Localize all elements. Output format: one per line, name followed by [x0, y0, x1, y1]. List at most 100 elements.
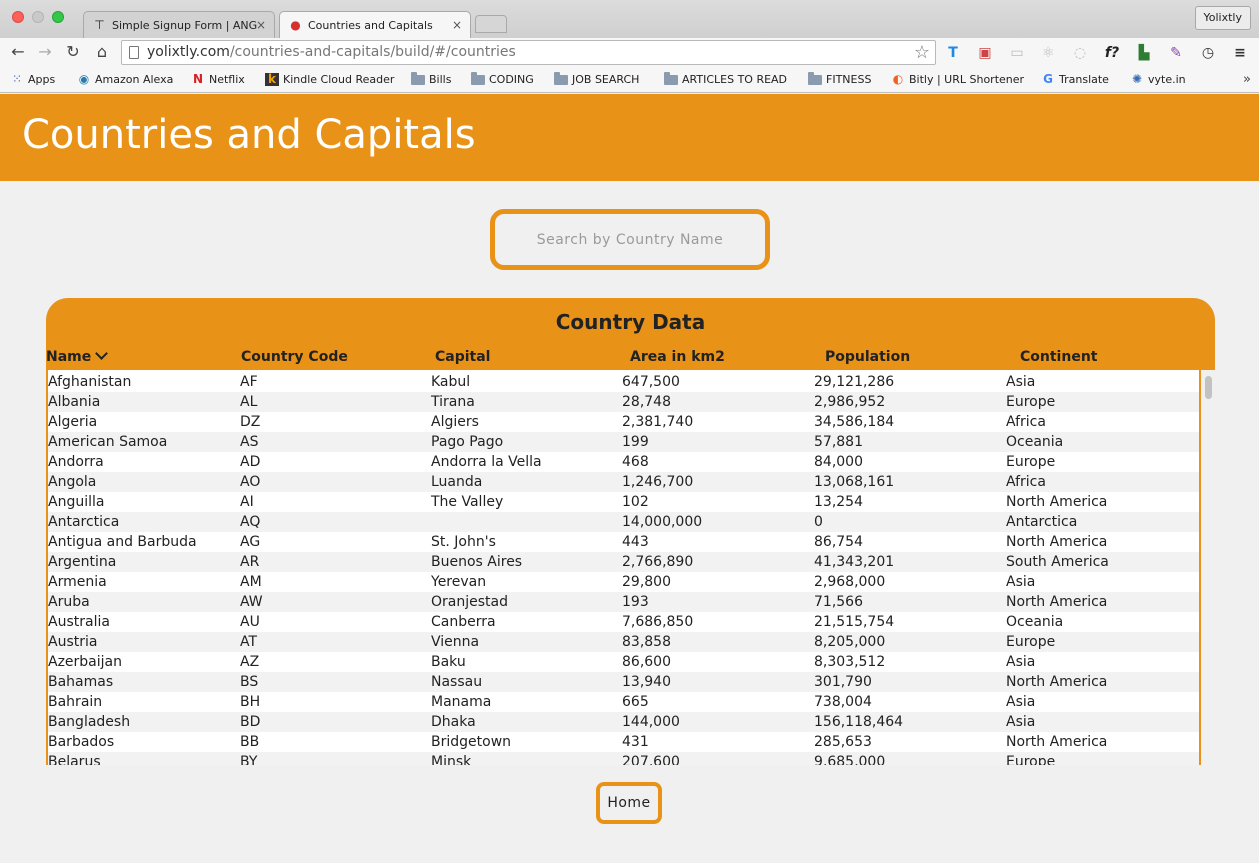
cell-country-code: BY — [240, 754, 258, 765]
table-row[interactable]: Afghanistan AF Kabul 647,500 29,121,286 Asia — [48, 372, 1199, 392]
table-row[interactable]: Belarus BY Minsk 207,600 9,685,000 Europe — [48, 752, 1199, 765]
column-header-country-code[interactable]: Country Code — [241, 349, 348, 365]
country-table[interactable]: Afghanistan AF Kabul 647,500 29,121,286 Asia A… — [46, 370, 1201, 765]
bookmark-amazon-alexa[interactable]: ◉ Amazon Alexa — [77, 68, 174, 92]
table-row[interactable]: Bangladesh BD Dhaka 144,000 156,118,464 Asia — [48, 712, 1199, 732]
scrollbar-thumb[interactable] — [1205, 376, 1212, 399]
home-button[interactable]: Home — [596, 782, 662, 824]
bookmark-job-search[interactable]: JOB SEARCH — [554, 68, 639, 92]
table-row[interactable]: Anguilla AI The Valley 102 13,254 North Ameri… — [48, 492, 1199, 512]
feather-extension-icon[interactable]: ✎ — [1166, 43, 1186, 63]
zoom-window-button[interactable] — [52, 11, 64, 23]
bookmark-apps[interactable]: ⁙ Apps — [10, 68, 55, 92]
cell-population: 13,068,161 — [814, 474, 895, 490]
cell-continent: South America — [1006, 554, 1109, 570]
column-header-name[interactable]: Name — [46, 347, 109, 365]
table-row[interactable]: Angola AO Luanda 1,246,700 13,068,161 Africa — [48, 472, 1199, 492]
folder-icon — [411, 72, 425, 85]
table-row[interactable]: Austria AT Vienna 83,858 8,205,000 Europe — [48, 632, 1199, 652]
cell-population: 13,254 — [814, 494, 863, 510]
cell-population: 84,000 — [814, 454, 863, 470]
table-scrollbar[interactable] — [1201, 370, 1215, 765]
bookmark-label: FITNESS — [826, 73, 872, 86]
column-header-continent[interactable]: Continent — [1020, 349, 1097, 365]
bookmark-label: vyte.in — [1148, 73, 1186, 86]
cell-country-code: DZ — [240, 414, 261, 430]
cell-continent: North America — [1006, 674, 1108, 690]
table-row[interactable]: Aruba AW Oranjestad 193 71,566 North America — [48, 592, 1199, 612]
address-bar[interactable]: yolixtly.com/countries-and-capitals/buil… — [121, 40, 936, 65]
bookmarks-overflow-icon[interactable]: » — [1243, 68, 1251, 92]
search-input[interactable] — [490, 209, 770, 270]
bookmark-fitness[interactable]: FITNESS — [808, 68, 871, 92]
bookmark-kindle-cloud-reader[interactable]: k Kindle Cloud Reader — [265, 68, 394, 92]
cell-capital: Yerevan — [431, 574, 487, 590]
table-row[interactable]: Bahrain BH Manama 665 738,004 Asia — [48, 692, 1199, 712]
column-header-capital[interactable]: Capital — [435, 349, 490, 365]
bookmark-translate[interactable]: G Translate — [1041, 68, 1109, 92]
cell-name: Argentina — [48, 554, 117, 570]
cell-population: 29,121,286 — [814, 374, 895, 390]
table-row[interactable]: Antarctica AQ 14,000,000 0 Antarctica — [48, 512, 1199, 532]
table-row[interactable]: Bahamas BS Nassau 13,940 301,790 North Americ… — [48, 672, 1199, 692]
close-icon[interactable]: × — [452, 12, 462, 38]
cell-capital: Bridgetown — [431, 734, 512, 750]
sync-extension-icon[interactable]: ◌ — [1070, 43, 1090, 63]
bookmark-bitly[interactable]: ◐ Bitly | URL Shortener — [891, 68, 1024, 92]
table-row[interactable]: Albania AL Tirana 28,748 2,986,952 Europe — [48, 392, 1199, 412]
bookmark-star-icon[interactable]: ☆ — [914, 41, 930, 64]
bookmark-articles-to-read[interactable]: ARTICLES TO READ — [664, 68, 787, 92]
bookmark-vyte[interactable]: ✺ vyte.in — [1130, 68, 1186, 92]
card-extension-icon[interactable]: ▭ — [1007, 43, 1027, 63]
page-icon — [129, 46, 139, 59]
folder-icon — [808, 72, 822, 85]
table-row[interactable]: Australia AU Canberra 7,686,850 21,515,754 Oc… — [48, 612, 1199, 632]
cell-population: 8,303,512 — [814, 654, 886, 670]
page-title: Countries and Capitals — [22, 112, 476, 158]
close-window-button[interactable] — [12, 11, 24, 23]
bookmark-netflix[interactable]: N Netflix — [191, 68, 245, 92]
back-arrow-icon[interactable]: ← — [7, 41, 29, 63]
cell-country-code: BS — [240, 674, 259, 690]
reload-icon[interactable]: ↻ — [62, 41, 84, 63]
minimize-window-button[interactable] — [32, 11, 44, 23]
cell-area: 83,858 — [622, 634, 671, 650]
table-row[interactable]: Algeria DZ Algiers 2,381,740 34,586,184 Afric… — [48, 412, 1199, 432]
cell-country-code: AG — [240, 534, 261, 550]
cell-country-code: AW — [240, 594, 263, 610]
profile-button[interactable]: Yolixtly — [1194, 6, 1251, 30]
tab-countries-and-capitals[interactable]: ● Countries and Capitals × — [279, 11, 471, 38]
tab-title: Countries and Capitals — [308, 19, 433, 32]
bookmark-bills[interactable]: Bills — [411, 68, 451, 92]
column-header-area[interactable]: Area in km2 — [630, 349, 725, 365]
timer-extension-icon[interactable]: ◷ — [1198, 43, 1218, 63]
menu-icon[interactable]: ≡ — [1230, 43, 1250, 63]
cell-name: Andorra — [48, 454, 104, 470]
tab-simple-signup-form[interactable]: ⊤ Simple Signup Form | ANG × — [83, 11, 275, 38]
function-extension-icon[interactable]: f? — [1102, 43, 1122, 63]
cell-capital: Pago Pago — [431, 434, 504, 450]
column-header-population[interactable]: Population — [825, 349, 910, 365]
t-extension-icon[interactable]: T — [943, 43, 963, 63]
table-row[interactable]: Barbados BB Bridgetown 431 285,653 North Amer… — [48, 732, 1199, 752]
cell-area: 1,246,700 — [622, 474, 694, 490]
table-row[interactable]: Andorra AD Andorra la Vella 468 84,000 Europe — [48, 452, 1199, 472]
close-icon[interactable]: × — [256, 12, 266, 38]
folder-icon — [554, 72, 568, 85]
react-extension-icon[interactable]: ⚛ — [1038, 43, 1058, 63]
new-extension-icon[interactable]: ▣ — [975, 43, 995, 63]
cell-population: 9,685,000 — [814, 754, 886, 765]
table-row[interactable]: Antigua and Barbuda AG St. John's 443 86,754… — [48, 532, 1199, 552]
new-tab-button[interactable] — [475, 15, 507, 33]
folder-icon — [471, 72, 485, 85]
forward-arrow-icon[interactable]: → — [34, 41, 56, 63]
table-row[interactable]: American Samoa AS Pago Pago 199 57,881 Oceani… — [48, 432, 1199, 452]
cell-name: Angola — [48, 474, 97, 490]
location-pin-icon: ◉ — [78, 72, 90, 86]
home-icon[interactable]: ⌂ — [91, 41, 113, 63]
table-row[interactable]: Armenia AM Yerevan 29,800 2,968,000 Asia — [48, 572, 1199, 592]
table-row[interactable]: Azerbaijan AZ Baku 86,600 8,303,512 Asia — [48, 652, 1199, 672]
table-row[interactable]: Argentina AR Buenos Aires 2,766,890 41,343,2… — [48, 552, 1199, 572]
beta-extension-icon[interactable]: ▙ — [1134, 43, 1154, 63]
bookmark-coding[interactable]: CODING — [471, 68, 534, 92]
